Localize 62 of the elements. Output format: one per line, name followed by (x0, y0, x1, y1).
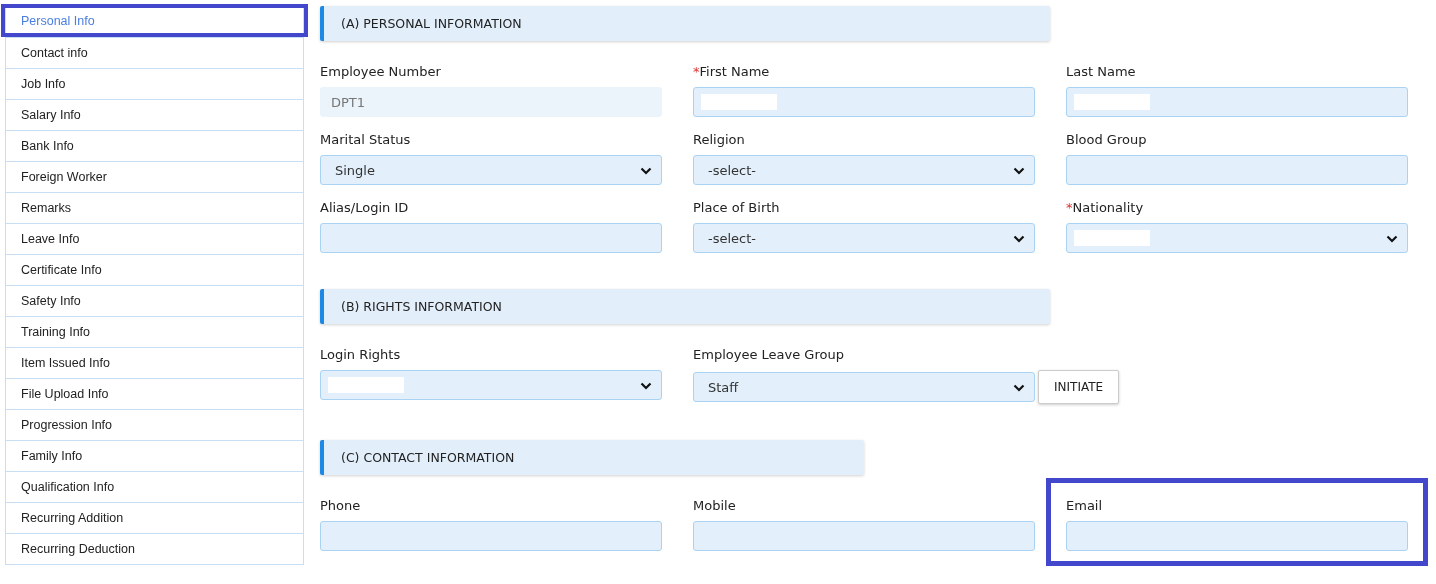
select-field[interactable]: Staff (693, 372, 1035, 402)
field-label: Employee Number (320, 64, 442, 80)
field-label: Phone (320, 498, 362, 514)
chevron-down-icon (640, 382, 652, 390)
input-field[interactable] (1066, 155, 1408, 185)
field-value: Single (335, 162, 375, 178)
sidebar-item[interactable]: Personal Info (4, 7, 305, 34)
sidebar-item[interactable]: Certificate Info (6, 254, 303, 285)
input-field[interactable] (1066, 87, 1408, 117)
input-field[interactable] (693, 87, 1035, 117)
sidebar-item[interactable]: Training Info (6, 316, 303, 347)
field-label: Religion (693, 132, 746, 148)
chevron-down-icon (1013, 235, 1025, 243)
field-label: Nationality (1072, 200, 1144, 215)
select-field[interactable]: Single (320, 155, 662, 185)
input-field[interactable] (693, 521, 1035, 551)
initiate-button[interactable]: INITIATE (1038, 370, 1120, 404)
field-label: Login Rights (320, 347, 402, 363)
section-header: (B) RIGHTS INFORMATION (320, 289, 1050, 324)
field-label: Email (1066, 498, 1104, 514)
select-field[interactable]: -select- (693, 223, 1035, 253)
select-field[interactable] (320, 370, 662, 400)
sidebar-item[interactable]: Job Info (6, 68, 303, 99)
chevron-down-icon (1013, 167, 1025, 175)
field-label: Marital Status (320, 132, 412, 148)
sidebar-item[interactable]: File Upload Info (6, 378, 303, 409)
select-field[interactable]: -select- (693, 155, 1035, 185)
field-label: First Name (699, 64, 770, 79)
sidebar-item[interactable]: Qualification Info (6, 471, 303, 502)
required-mark: * (693, 64, 700, 79)
sidebar-item[interactable]: Item Issued Info (6, 347, 303, 378)
sidebar-item[interactable]: Family Info (6, 440, 303, 471)
field-label: Place of Birth (693, 200, 781, 216)
sidebar-item[interactable]: Recurring Addition (6, 502, 303, 533)
field-value: DPT1 (331, 94, 366, 110)
sidebar-item[interactable]: Recurring Deduction (6, 533, 303, 564)
input-field[interactable] (320, 223, 662, 253)
sidebar-item[interactable]: Salary Info (6, 99, 303, 130)
field-label: Blood Group (1066, 132, 1148, 148)
field-label: Employee Leave Group (693, 347, 845, 363)
input-field[interactable] (1066, 521, 1408, 551)
chevron-down-icon (1386, 235, 1398, 243)
field-value: Staff (708, 379, 739, 395)
sidebar-item[interactable]: Safety Info (6, 285, 303, 316)
sidebar-item[interactable]: Leave Info (6, 223, 303, 254)
field-label: Mobile (693, 498, 737, 514)
field-label: Alias/Login ID (320, 200, 410, 216)
field-value: -select- (708, 162, 756, 178)
sidebar-item[interactable]: Contact info (6, 37, 303, 68)
field-value: -select- (708, 230, 756, 246)
field-label: Last Name (1066, 64, 1137, 80)
required-mark: * (1066, 200, 1073, 215)
sidebar-item[interactable]: Remarks (6, 192, 303, 223)
sidebar-item[interactable]: Foreign Worker (6, 161, 303, 192)
sidebar-item[interactable]: Progression Info (6, 409, 303, 440)
chevron-down-icon (1013, 384, 1025, 392)
section-header: (A) PERSONAL INFORMATION (320, 6, 1050, 41)
chevron-down-icon (640, 167, 652, 175)
input-field[interactable] (320, 521, 662, 551)
select-field[interactable] (1066, 223, 1408, 253)
sidebar-item[interactable]: Bank Info (6, 130, 303, 161)
section-header: (C) CONTACT INFORMATION (320, 440, 864, 475)
